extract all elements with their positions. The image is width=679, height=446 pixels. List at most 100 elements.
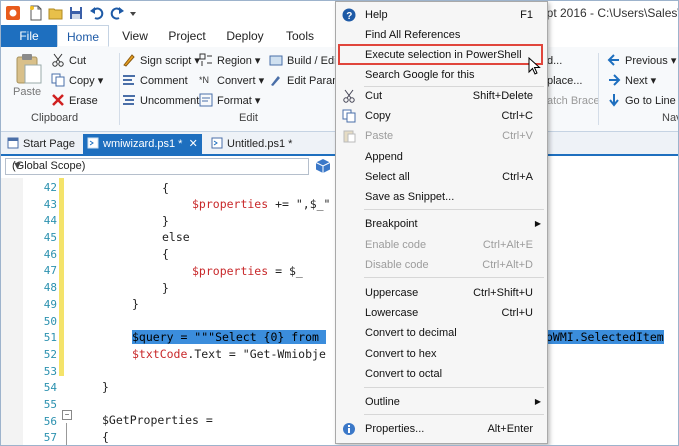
go-to-line-button[interactable]: Go to Line xyxy=(607,92,676,110)
line-number: 56 xyxy=(43,415,57,428)
previous-button[interactable]: Previous ▾ xyxy=(607,52,676,70)
code-line-selected-tail[interactable]: oWMI.SelectedItem xyxy=(546,330,664,344)
format-button[interactable]: Format ▾ xyxy=(199,92,260,110)
code-variable: $txtCode xyxy=(132,347,188,361)
replace-button[interactable]: place... xyxy=(547,72,582,90)
tab-tools[interactable]: Tools xyxy=(280,25,320,47)
code-variable: $properties xyxy=(192,264,269,278)
collapse-icon[interactable]: − xyxy=(62,410,72,420)
match-brace-button[interactable]: atch Brace xyxy=(547,92,600,110)
menu-item-shortcut: Ctrl+Alt+E xyxy=(482,239,533,251)
menu-item-shortcut: Ctrl+U xyxy=(501,307,533,319)
doc-tab-label: wmiwizard.ps1 * xyxy=(103,138,183,150)
customize-toolbar-icon[interactable] xyxy=(128,5,138,21)
menu-item-copy[interactable]: Copy Ctrl+C xyxy=(336,106,547,126)
new-file-icon[interactable] xyxy=(28,5,44,21)
code-text: .Text = "Get-Wmiobje xyxy=(187,347,326,361)
uncomment-button[interactable]: Uncomment xyxy=(122,92,199,110)
build-icon xyxy=(269,55,283,66)
cube-icon[interactable] xyxy=(315,158,331,174)
code-keyword: else xyxy=(162,230,190,244)
ribbon-separator xyxy=(598,53,599,125)
close-icon[interactable]: ✕ xyxy=(189,138,198,150)
find-button[interactable]: d... xyxy=(547,52,562,70)
menu-item-paste[interactable]: Paste Ctrl+V xyxy=(336,126,547,146)
menu-item-save-as-snippet[interactable]: Save as Snippet... xyxy=(336,187,547,207)
replace-label: place... xyxy=(547,75,583,87)
open-folder-icon[interactable] xyxy=(48,5,64,21)
menu-item-shortcut: Ctrl+A xyxy=(502,171,533,183)
menu-item-outline[interactable]: Outline ▶ xyxy=(336,392,547,412)
undo-icon[interactable] xyxy=(89,5,105,21)
menu-item-cut[interactable]: Cut Shift+Delete xyxy=(336,86,547,106)
edit-params-icon xyxy=(271,76,280,86)
menu-item-convert-to-decimal[interactable]: Convert to decimal xyxy=(336,323,547,343)
code-line: } xyxy=(102,380,109,394)
copy-icon xyxy=(51,73,65,87)
menu-item-label: Help xyxy=(365,9,388,21)
menu-item-label: Properties... xyxy=(365,423,425,435)
menu-item-convert-to-octal[interactable]: Convert to octal xyxy=(336,364,547,384)
fold-guide xyxy=(66,423,67,445)
menu-item-convert-to-hex[interactable]: Convert to hex xyxy=(336,344,547,364)
menu-item-select-all[interactable]: Select all Ctrl+A xyxy=(336,167,547,187)
menu-item-enable-code[interactable]: Enable code Ctrl+Alt+E xyxy=(336,235,547,255)
line-number: 45 xyxy=(43,231,57,244)
comment-button[interactable]: Comment xyxy=(122,72,188,90)
powershell-file-icon xyxy=(211,137,223,149)
menu-item-label: Outline xyxy=(365,396,400,408)
save-icon[interactable] xyxy=(68,5,84,21)
menu-item-label: Search Google for this xyxy=(365,69,475,81)
menu-item-label: Lowercase xyxy=(365,307,419,319)
tab-home[interactable]: Home xyxy=(57,25,109,47)
menu-item-properties[interactable]: Properties... Alt+Enter xyxy=(336,419,547,439)
tab-deploy[interactable]: Deploy xyxy=(221,25,269,47)
copy-button[interactable]: Copy ▾ xyxy=(51,72,103,90)
clipboard-group-label: Clipboard xyxy=(31,112,79,124)
menu-item-disable-code[interactable]: Disable code Ctrl+Alt+D xyxy=(336,255,547,275)
build-edit-label: Build / Edit xyxy=(287,55,340,67)
region-button[interactable]: Region ▾ xyxy=(199,52,260,70)
tab-file[interactable]: File xyxy=(1,25,57,47)
cut-button[interactable]: Cut xyxy=(51,52,86,70)
sign-script-button[interactable]: Sign script ▾ xyxy=(122,52,200,70)
chevron-down-icon: ▼ xyxy=(12,160,23,172)
menu-item-label: Cut xyxy=(365,90,383,102)
menu-item-append[interactable]: Append xyxy=(336,147,547,167)
paste-button-label[interactable]: Paste xyxy=(13,86,41,98)
menu-separator xyxy=(364,414,544,415)
menu-item-help[interactable]: ? Help F1 xyxy=(336,5,547,25)
line-number: 52 xyxy=(43,348,57,361)
find-label: d... xyxy=(547,55,563,67)
doc-tab-start-page[interactable]: Start Page xyxy=(7,134,75,154)
menu-item-label: Convert to hex xyxy=(365,348,437,360)
tab-project[interactable]: Project xyxy=(163,25,211,47)
menu-item-find-all-references[interactable]: Find All References xyxy=(336,25,547,45)
doc-tab-wmiwizard[interactable]: wmiwizard.ps1 * ✕ xyxy=(83,134,202,154)
svg-text:?: ? xyxy=(346,11,352,22)
line-number: 54 xyxy=(43,381,57,394)
menu-item-lowercase[interactable]: Lowercase Ctrl+U xyxy=(336,303,547,323)
submenu-arrow-icon: ▶ xyxy=(534,219,541,228)
mouse-cursor-icon xyxy=(528,57,541,75)
next-button[interactable]: Next ▾ xyxy=(607,72,656,90)
convert-button[interactable]: *N Convert ▾ xyxy=(199,72,264,90)
app-logo-icon xyxy=(6,6,20,20)
scope-dropdown[interactable]: (Global Scope) ▼ xyxy=(5,158,309,175)
menu-item-label: Paste xyxy=(365,130,394,142)
code-line-selected[interactable]: $query = """Select {0} from xyxy=(132,330,326,344)
redo-icon[interactable] xyxy=(109,5,125,21)
doc-tab-untitled[interactable]: Untitled.ps1 * xyxy=(211,134,292,154)
menu-item-search-google[interactable]: Search Google for this xyxy=(336,65,547,85)
convert-icon: *N xyxy=(199,75,209,85)
code-text: = $_ xyxy=(268,264,303,278)
menu-item-uppercase[interactable]: Uppercase Ctrl+Shift+U xyxy=(336,283,547,303)
build-edit-button[interactable]: Build / Edit xyxy=(269,52,340,70)
erase-button[interactable]: Erase xyxy=(51,92,98,110)
menu-item-breakpoint[interactable]: Breakpoint ▶ xyxy=(336,214,547,234)
tab-view[interactable]: View xyxy=(113,25,157,47)
menu-item-shortcut: Alt+Enter xyxy=(487,423,533,435)
menu-item-label: Save as Snippet... xyxy=(365,191,455,203)
edit-params-button[interactable]: Edit Param xyxy=(269,72,341,90)
code-line: $txtCode.Text = "Get-Wmiobje xyxy=(132,347,326,361)
